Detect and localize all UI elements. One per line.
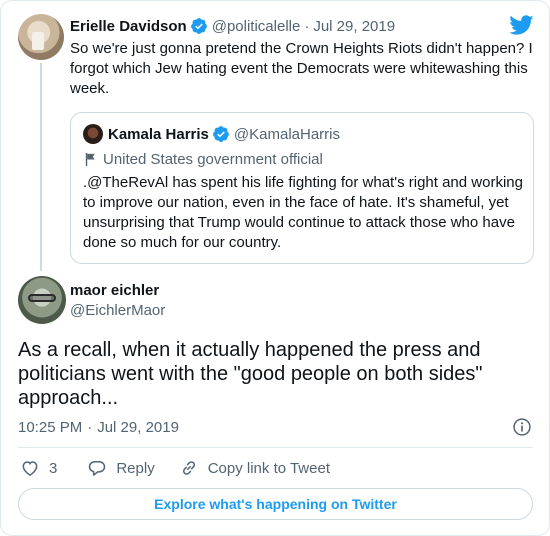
parent-date[interactable]: Jul 29, 2019: [313, 18, 395, 35]
flag-icon: [85, 152, 95, 166]
parent-tweet-text: So we're just gonna pretend the Crown He…: [70, 40, 533, 97]
tweet-timestamp[interactable]: 10:25 PM · Jul 29, 2019: [18, 416, 179, 438]
quote-author-handle: @KamalaHarris: [233, 125, 340, 143]
copy-link-button[interactable]: Copy link to Tweet: [179, 458, 330, 478]
tweet-embed-card: Erielle Davidson @politicalelle · Jul 29…: [0, 0, 550, 536]
link-icon: [182, 461, 195, 475]
government-label-text: United States government official: [103, 150, 323, 168]
quote-header: Kamala Harris @KamalaHarris: [108, 124, 340, 144]
government-label: United States government official: [83, 149, 323, 169]
quoted-tweet[interactable]: Kamala Harris @KamalaHarris United State…: [70, 112, 534, 264]
action-bar: 3 Reply Copy link to Tweet: [20, 457, 354, 479]
reply-button[interactable]: Reply: [87, 458, 155, 478]
main-author-name[interactable]: maor eichler: [70, 282, 159, 299]
like-count: 3: [49, 459, 58, 477]
main-author-handle[interactable]: @EichlerMaor: [70, 302, 165, 319]
separator-dot: ·: [87, 418, 93, 436]
quote-tweet-text: .@TheRevAl has spent his life fighting f…: [83, 174, 523, 251]
parent-avatar[interactable]: [18, 14, 64, 60]
info-icon[interactable]: [512, 417, 532, 437]
heart-icon: [22, 461, 38, 476]
tweet-time: 10:25 PM: [18, 418, 83, 436]
copy-link-label: Copy link to Tweet: [207, 459, 330, 477]
divider: [18, 447, 533, 448]
reply-icon: [89, 461, 106, 476]
like-button[interactable]: 3: [20, 458, 57, 478]
verified-badge-icon: [213, 126, 229, 142]
tweet-date: Jul 29, 2019: [97, 418, 179, 436]
parent-author-name[interactable]: Erielle Davidson: [70, 18, 187, 35]
thread-line: [40, 63, 42, 271]
twitter-bird-icon[interactable]: [509, 15, 534, 36]
main-tweet-text: As a recall, when it actually happened t…: [18, 339, 483, 409]
parent-author-handle[interactable]: @politicalelle: [212, 18, 301, 35]
quote-avatar: [83, 124, 103, 144]
explore-button[interactable]: Explore what's happening on Twitter: [18, 488, 533, 520]
main-avatar[interactable]: [18, 276, 66, 324]
quote-author-name: Kamala Harris: [108, 125, 209, 143]
verified-badge-icon: [190, 18, 207, 34]
separator-dot: ·: [304, 17, 310, 35]
parent-header: Erielle Davidson @politicalelle · Jul 29…: [70, 16, 395, 36]
reply-label: Reply: [116, 459, 155, 477]
